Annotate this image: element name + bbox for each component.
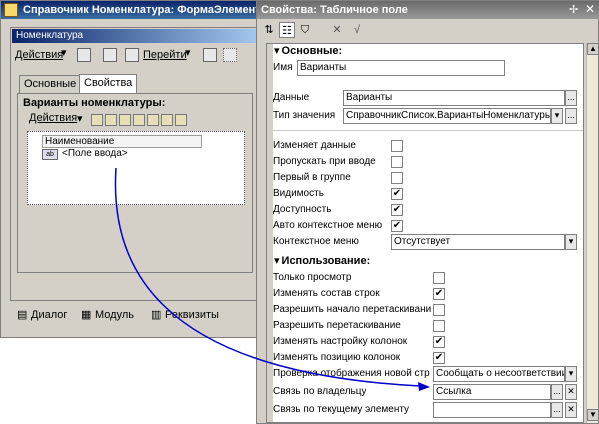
prop-change-row-set-label: Изменять состав строк <box>273 288 380 299</box>
section-basic[interactable]: Основные: <box>274 44 343 58</box>
prop-check-new-row-label: Проверка отображения новой стр <box>273 368 430 379</box>
prop-change-column-setup-checkbox[interactable]: ✔ <box>433 336 445 348</box>
tab-properties[interactable]: Свойства <box>79 74 138 93</box>
tab-basic[interactable]: Основные <box>19 75 82 93</box>
prop-link-current-input[interactable] <box>433 402 551 418</box>
prop-link-owner-input[interactable]: Ссылка <box>433 384 551 400</box>
prop-name-input[interactable]: Варианты <box>297 60 505 76</box>
form-app-icon <box>4 3 18 17</box>
grid-toolbar <box>91 114 189 129</box>
prop-view-only-checkbox[interactable] <box>433 272 445 284</box>
prop-value-type-label: Тип значения <box>273 110 336 121</box>
prop-change-column-position-label: Изменять позицию колонок <box>273 352 401 363</box>
grid-cell[interactable]: <Поле ввода> <box>62 148 128 159</box>
prop-name-label: Имя <box>273 62 293 73</box>
pin-icon[interactable]: ✢ <box>569 3 578 16</box>
chevron-down-icon[interactable]: ▾ <box>61 46 67 59</box>
chevron-down-icon[interactable]: ▾ <box>551 108 563 124</box>
save-icon[interactable] <box>147 114 159 126</box>
prop-context-menu-label: Контекстное меню <box>273 236 359 247</box>
go-to-menu[interactable]: Перейти <box>143 46 187 64</box>
prop-value-type-input[interactable]: СправочникСписок.ВариантыНоменклатуры <box>343 108 551 124</box>
grid-actions-menu[interactable]: Действия <box>29 112 77 124</box>
prop-check-new-row-select[interactable]: Сообщать о несоответствии <box>433 366 565 382</box>
add-icon[interactable] <box>91 114 103 126</box>
table-field[interactable]: Наименование ab <Поле ввода> <box>27 131 245 205</box>
prop-link-owner-label: Связь по владельцу <box>273 386 367 397</box>
prop-change-row-set-checkbox[interactable]: ✔ <box>433 288 445 300</box>
form-designer-window: Справочник Номенклатура: ФормаЭлемента Н… <box>0 0 263 338</box>
help-icon[interactable] <box>203 48 217 62</box>
input-field-icon: ab <box>42 149 58 160</box>
prop-change-column-setup-label: Изменять настройку колонок <box>273 336 408 347</box>
select-icon[interactable] <box>223 48 237 62</box>
prop-first-in-group-label: Первый в группе <box>273 172 351 183</box>
chevron-down-icon[interactable]: ▾ <box>185 46 191 59</box>
prop-auto-context-menu-label: Авто контекстное меню <box>273 220 383 231</box>
dialog-icon: ▤ <box>17 309 28 321</box>
delete-icon[interactable] <box>133 114 145 126</box>
properties-grid: Основные: Имя Варианты Данные Варианты .… <box>266 43 584 423</box>
categories-icon[interactable]: ☷ <box>279 22 295 38</box>
prop-data-input[interactable]: Варианты <box>343 90 565 106</box>
prop-allow-drag-start-checkbox[interactable] <box>433 304 445 316</box>
move-icon[interactable] <box>77 48 91 62</box>
prop-first-in-group-checkbox[interactable] <box>391 172 403 184</box>
ellipsis-icon[interactable]: ... <box>565 90 577 106</box>
prop-view-only-label: Только просмотр <box>273 272 352 283</box>
ok-icon[interactable]: √ <box>349 22 365 38</box>
prop-skip-input-label: Пропускать при вводе <box>273 156 376 167</box>
down-icon[interactable] <box>175 114 187 126</box>
goto-icon[interactable] <box>125 48 139 62</box>
properties-toolbar: ⇅ ☷ ⛉ ✕ √ <box>259 21 598 41</box>
prop-change-column-position-checkbox[interactable]: ✔ <box>433 352 445 364</box>
prop-data-label: Данные <box>273 92 310 103</box>
up-icon[interactable] <box>161 114 173 126</box>
column-header[interactable]: Наименование <box>42 135 202 148</box>
clear-icon[interactable]: ✕ <box>329 22 345 38</box>
filter-icon[interactable]: ⛉ <box>297 22 313 38</box>
prop-allow-drag-start-label: Разрешить начало перетаскивания <box>273 304 431 315</box>
actions-menu[interactable]: Действия <box>15 46 63 64</box>
prop-context-menu-select[interactable]: Отсутствует <box>391 234 565 250</box>
designer-title: Справочник Номенклатура: ФормаЭлемента <box>1 1 263 19</box>
clear-icon[interactable]: ✕ <box>565 402 577 418</box>
sort-icon[interactable]: ⇅ <box>261 22 277 38</box>
prop-change-data-checkbox[interactable] <box>391 140 403 152</box>
prop-allow-drag-checkbox[interactable] <box>433 320 445 332</box>
prop-skip-input-checkbox[interactable] <box>391 156 403 168</box>
clear-icon[interactable]: ✕ <box>565 384 577 400</box>
grid-caption: Варианты номенклатуры: <box>23 97 166 109</box>
ellipsis-icon[interactable]: ... <box>551 402 563 418</box>
tab-module[interactable]: Модуль <box>95 307 134 323</box>
ellipsis-icon[interactable]: ... <box>551 384 563 400</box>
properties-scrollbar[interactable]: ▲ ▼ <box>586 43 599 423</box>
prop-visibility-label: Видимость <box>273 188 324 199</box>
section-usage[interactable]: Использование: <box>274 254 371 268</box>
properties-panel: Свойства: Табличное поле ✢ ✕ ⇅ ☷ ⛉ ✕ √ О… <box>256 0 599 424</box>
chevron-down-icon[interactable]: ▾ <box>77 112 83 125</box>
prop-visibility-checkbox[interactable]: ✔ <box>391 188 403 200</box>
prop-allow-drag-label: Разрешить перетаскивание <box>273 320 401 331</box>
chevron-down-icon[interactable]: ▾ <box>565 234 577 250</box>
scroll-down-icon[interactable]: ▼ <box>587 409 599 421</box>
form-icon[interactable] <box>103 48 117 62</box>
prop-auto-context-menu-checkbox[interactable]: ✔ <box>391 220 403 232</box>
ellipsis-icon[interactable]: ... <box>565 108 577 124</box>
edit-icon[interactable] <box>119 114 131 126</box>
prop-change-data-label: Изменяет данные <box>273 140 356 151</box>
close-icon[interactable]: ✕ <box>585 2 595 16</box>
properties-title: Свойства: Табличное поле <box>257 1 599 19</box>
scroll-up-icon[interactable]: ▲ <box>587 43 599 55</box>
tab-attributes[interactable]: Реквизиты <box>165 307 219 323</box>
form-title: Номенклатура <box>12 29 261 43</box>
attributes-icon: ▥ <box>151 309 162 321</box>
chevron-down-icon[interactable]: ▾ <box>565 366 577 382</box>
tab-dialog[interactable]: Диалог <box>31 307 67 323</box>
prop-accessibility-label: Доступность <box>273 204 332 215</box>
prop-accessibility-checkbox[interactable]: ✔ <box>391 204 403 216</box>
module-icon: ▦ <box>81 309 92 321</box>
prop-link-current-label: Связь по текущему элементу <box>273 404 410 415</box>
copy-icon[interactable] <box>105 114 117 126</box>
